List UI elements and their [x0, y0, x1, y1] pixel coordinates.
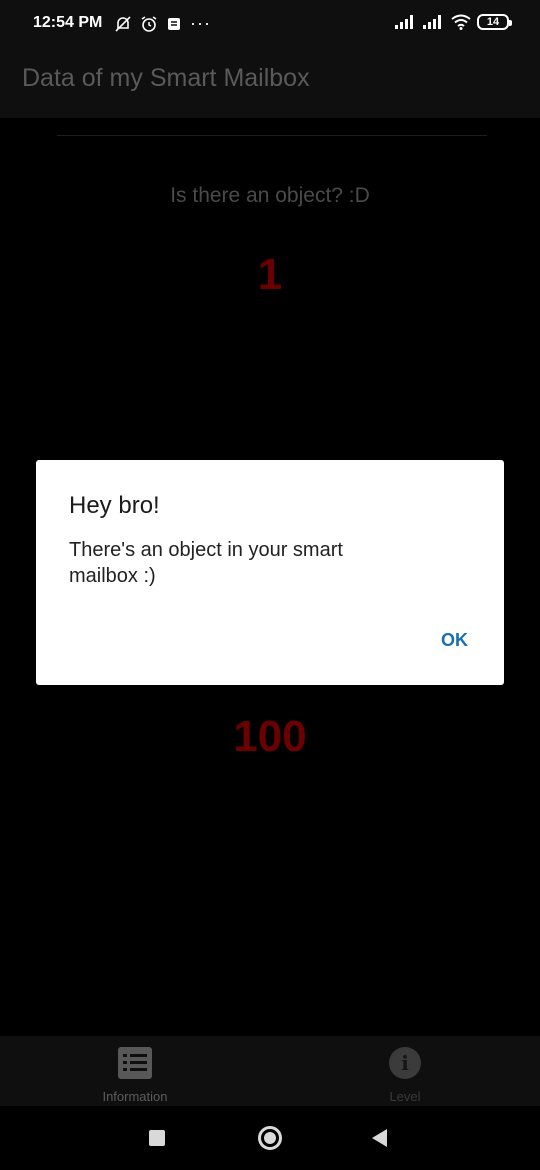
- object-value: 1: [257, 250, 283, 299]
- nav-item-level[interactable]: i Level: [270, 1036, 540, 1106]
- bottom-navigation: Information i Level: [0, 1036, 540, 1106]
- recents-icon[interactable]: [149, 1130, 165, 1146]
- level-value: 100: [233, 712, 307, 761]
- alert-dialog: Hey bro! There's an object in your smart…: [36, 460, 504, 685]
- info-icon: i: [389, 1047, 421, 1079]
- mute-icon: [115, 15, 131, 32]
- battery-icon: 14: [477, 14, 512, 30]
- status-bar: 12:54 PM ··· 14: [0, 0, 540, 50]
- list-icon: [118, 1047, 152, 1079]
- system-navigation-bar: [0, 1106, 540, 1170]
- object-question-label: Is there an object? :D: [170, 184, 370, 207]
- dialog-title: Hey bro!: [69, 492, 160, 519]
- signal-icon: [423, 15, 441, 29]
- nav-label-information: Information: [102, 1089, 168, 1104]
- nav-label-level: Level: [389, 1089, 421, 1104]
- dialog-message: There's an object in your smart mailbox …: [69, 539, 343, 587]
- app-bar: Data of my Smart Mailbox: [0, 50, 540, 118]
- back-icon[interactable]: [372, 1129, 387, 1147]
- ok-button[interactable]: OK: [441, 630, 468, 651]
- status-icons-right: 14: [395, 14, 512, 30]
- more-dots-icon: ···: [190, 13, 211, 33]
- notification-icon: [168, 17, 180, 30]
- status-icons-left: ···: [114, 13, 211, 34]
- status-time: 12:54 PM: [33, 14, 103, 31]
- home-icon[interactable]: [258, 1126, 282, 1150]
- alarm-icon: [141, 15, 157, 32]
- app-title: Data of my Smart Mailbox: [22, 64, 310, 92]
- wifi-icon: [451, 14, 471, 30]
- signal-icon: [395, 15, 413, 29]
- divider: [57, 135, 487, 136]
- nav-item-information[interactable]: Information: [0, 1036, 270, 1106]
